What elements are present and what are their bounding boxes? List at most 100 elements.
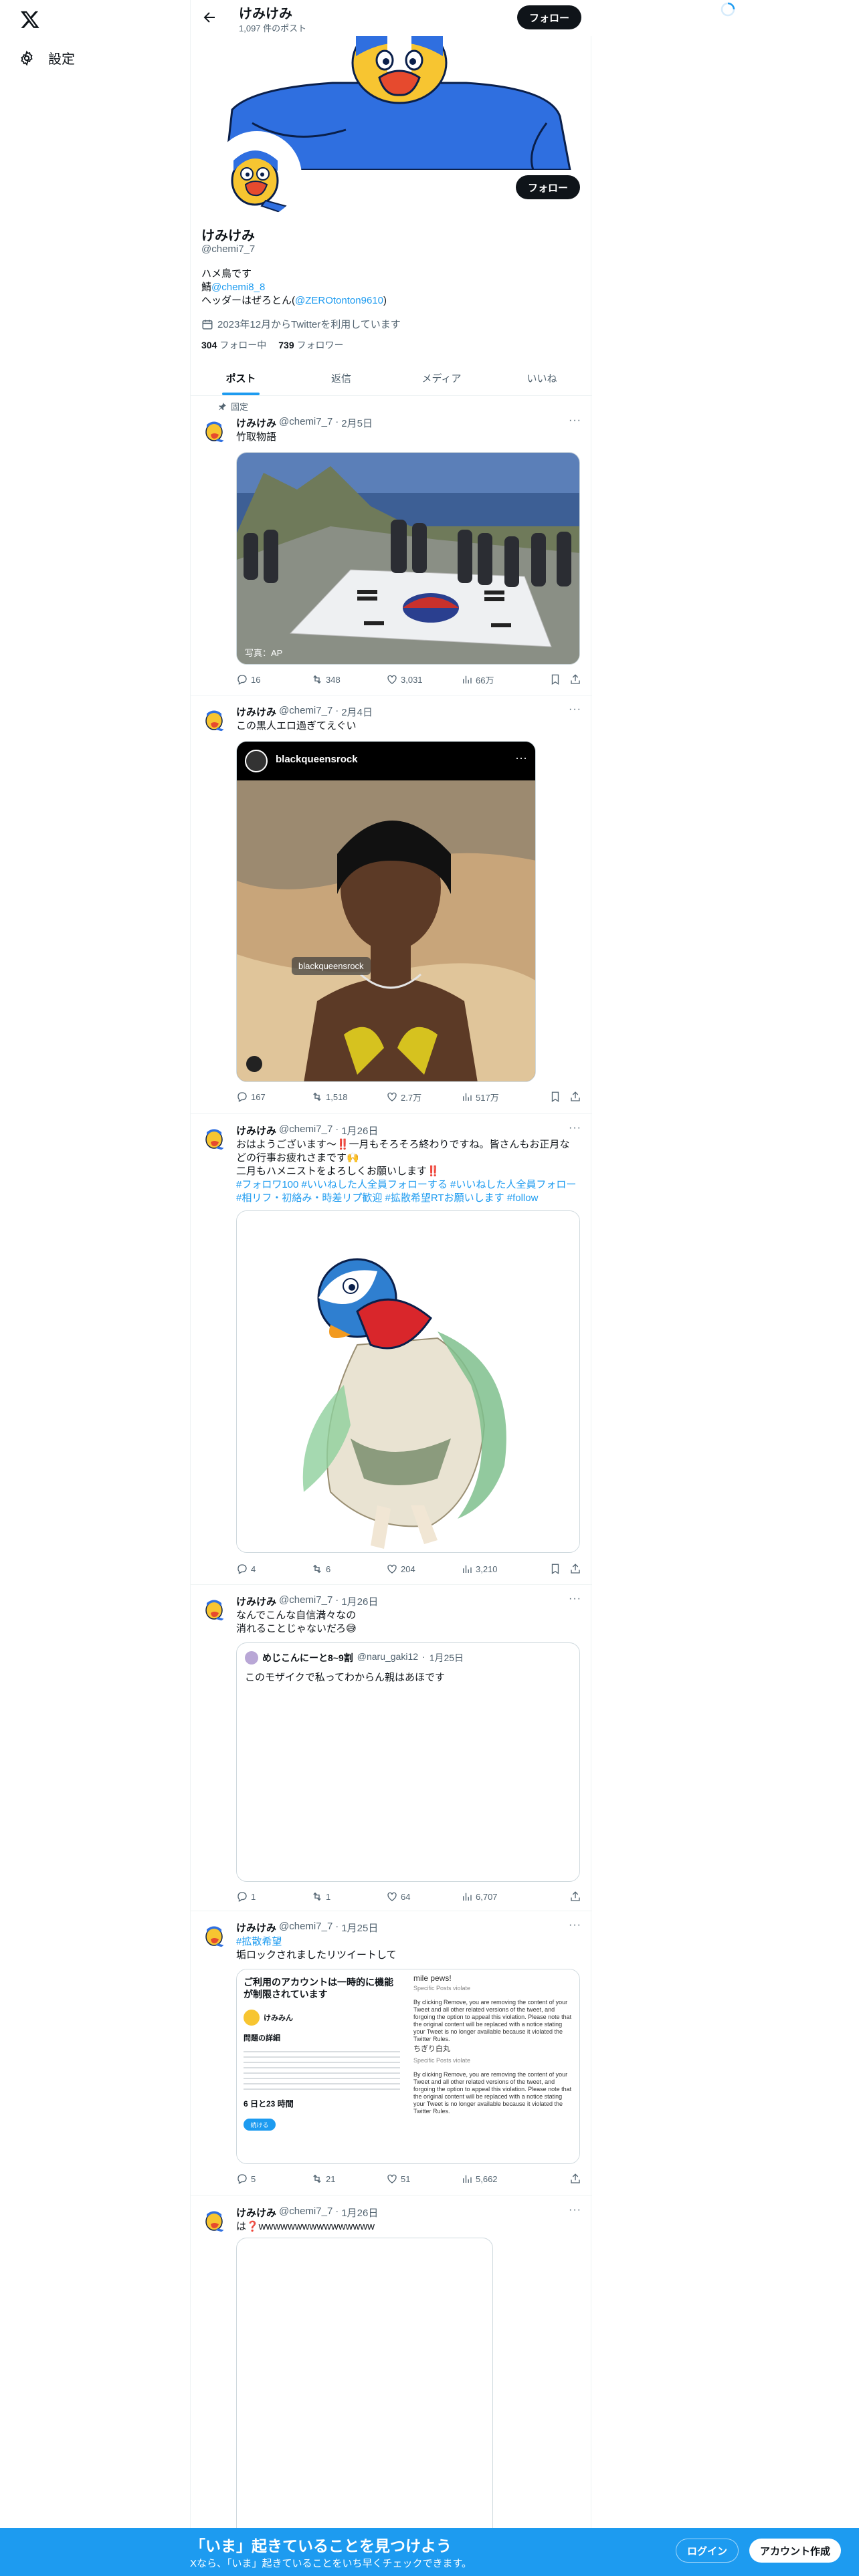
avatar[interactable]: [201, 1596, 228, 1622]
hashtag-link[interactable]: #拡散希望: [236, 1935, 581, 1949]
back-arrow-icon[interactable]: [201, 9, 217, 25]
avatar[interactable]: [201, 1922, 228, 1949]
more-icon[interactable]: ···: [569, 2204, 581, 2216]
retweet-button[interactable]: 6: [311, 1563, 386, 1575]
login-button[interactable]: ログイン: [676, 2539, 739, 2563]
follow-button[interactable]: フォロー: [515, 175, 580, 199]
tweet[interactable]: 固定 けみけみ @chemi7_7 · 2月5日 ··· 竹取物語 写真：AP …: [191, 396, 592, 695]
tweet-author-handle[interactable]: @chemi7_7: [279, 1921, 332, 1935]
x-logo-icon[interactable]: [20, 9, 40, 29]
tweet-author-handle[interactable]: @chemi7_7: [279, 1123, 332, 1138]
tweet-author-name[interactable]: けみけみ: [236, 416, 276, 430]
share-button[interactable]: [569, 1891, 581, 1903]
reply-button[interactable]: 167: [236, 1091, 311, 1103]
avatar[interactable]: [201, 1125, 228, 1152]
tweet-author-handle[interactable]: @chemi7_7: [279, 1594, 332, 1608]
like-button[interactable]: 204: [386, 1563, 461, 1575]
retweet-icon: [313, 1892, 321, 1901]
views-button[interactable]: 6,707: [461, 1891, 536, 1903]
tweet-image[interactable]: [236, 1210, 580, 1553]
more-icon[interactable]: ···: [569, 1919, 581, 1931]
tweet-date[interactable]: 2月5日: [341, 416, 373, 430]
gear-icon: [21, 49, 33, 66]
signup-button[interactable]: アカウント作成: [749, 2539, 842, 2563]
like-button[interactable]: 2.7万: [386, 1091, 461, 1103]
avatar[interactable]: [201, 2207, 228, 2234]
tab-media[interactable]: メディア: [391, 361, 492, 395]
views-button[interactable]: 5,662: [461, 2173, 536, 2185]
tweet-author-handle[interactable]: @chemi7_7: [279, 416, 332, 430]
screenshot-paragraph: By clicking Remove, you are removing the…: [413, 2071, 572, 2115]
tweet[interactable]: けみけみ @chemi7_7 · 1月26日 ··· おはようございます〜‼️一…: [191, 1114, 592, 1585]
tab-posts[interactable]: ポスト: [191, 361, 291, 395]
avatar[interactable]: [201, 706, 228, 733]
profile-avatar[interactable]: [212, 131, 302, 221]
tweet-actions: 5 21 51 5,662: [236, 2172, 581, 2185]
tweet-image[interactable]: blackqueensrock ··· blackqueensrock: [236, 741, 536, 1082]
tweet-author-name[interactable]: けみけみ: [236, 1921, 276, 1935]
tweet-author-name[interactable]: けみけみ: [236, 705, 276, 719]
avatar[interactable]: [201, 417, 228, 444]
tweet-author-handle[interactable]: @chemi7_7: [279, 2206, 332, 2220]
screenshot-chosen: ちぎり白丸: [413, 2045, 450, 2053]
follow-button-header[interactable]: フォロー: [516, 5, 581, 29]
views-button[interactable]: 3,210: [461, 1563, 536, 1575]
tweet-date[interactable]: 1月26日: [341, 2206, 378, 2220]
tab-replies[interactable]: 返信: [291, 361, 391, 395]
tweet-image[interactable]: 写真：AP: [236, 452, 580, 665]
views-chart-icon: [463, 1893, 472, 1901]
retweet-button[interactable]: 1: [311, 1891, 386, 1903]
tweet-author-name[interactable]: けみけみ: [236, 1123, 276, 1138]
following-link[interactable]: 304 フォロー中: [201, 338, 266, 352]
retweet-button[interactable]: 21: [311, 2173, 386, 2185]
views-button[interactable]: 517万: [461, 1091, 536, 1103]
hashtag-links[interactable]: #相リフ・初絡み・時差リプ歓迎 #拡散希望RTお願いします #follow: [236, 1192, 581, 1205]
bio-mention-link[interactable]: @ZEROtonton9610: [295, 295, 383, 306]
bookmark-button[interactable]: [549, 1563, 561, 1575]
reply-button[interactable]: 4: [236, 1563, 311, 1575]
share-button[interactable]: [569, 1563, 581, 1575]
tweet-image[interactable]: ご利用のアカウントは一時的に機能が制限されています けみみん 問題の詳細 6 日…: [236, 1969, 580, 2164]
reply-button[interactable]: 5: [236, 2173, 311, 2185]
tweet-author-name[interactable]: けみけみ: [236, 1594, 276, 1608]
tweet-image[interactable]: [236, 2238, 493, 2545]
tweet[interactable]: けみけみ @chemi7_7 · 2月4日 ··· この黒人エロ過ぎてえぐい b…: [191, 695, 592, 1114]
more-icon[interactable]: ···: [569, 415, 581, 427]
tab-likes[interactable]: いいね: [492, 361, 592, 395]
separator-dot: ·: [335, 2206, 339, 2217]
profile-tabs: ポスト 返信 メディア いいね: [191, 361, 592, 396]
tweet[interactable]: けみけみ @chemi7_7 · 1月26日 ··· は❓wwwwwwwwwww…: [191, 2196, 592, 2545]
quoted-tweet-header: めじこんにーと8~9割 @naru_gaki12 · 1月25日: [245, 1651, 464, 1665]
retweet-button[interactable]: 1,518: [311, 1091, 386, 1103]
bio-mention-link[interactable]: @chemi8_8: [211, 282, 265, 293]
followers-link[interactable]: 739 フォロワー: [278, 338, 343, 352]
tweet-date[interactable]: 1月26日: [341, 1123, 378, 1138]
nav-settings[interactable]: 設定: [19, 48, 75, 68]
like-button[interactable]: 51: [386, 2173, 461, 2185]
tweet[interactable]: けみけみ @chemi7_7 · 1月25日 ··· #拡散希望 垢ロックされま…: [191, 1911, 592, 2196]
tweet-author-handle[interactable]: @chemi7_7: [279, 705, 332, 719]
bookmark-button[interactable]: [549, 673, 561, 685]
bookmark-button[interactable]: [549, 1091, 561, 1103]
tweet-date[interactable]: 2月4日: [341, 705, 373, 719]
more-icon[interactable]: ···: [569, 1593, 581, 1605]
tweet-date[interactable]: 1月26日: [341, 1594, 378, 1608]
share-icon: [571, 1091, 580, 1101]
more-icon[interactable]: ···: [569, 704, 581, 716]
share-button[interactable]: [569, 1091, 581, 1103]
hashtag-links[interactable]: #フォロワ100 #いいねした人全員フォローする #いいねした人全員フォロー: [236, 1178, 581, 1192]
tweet[interactable]: けみけみ @chemi7_7 · 1月26日 ··· なんでこんな自信満々なの …: [191, 1585, 592, 1911]
reply-button[interactable]: 1: [236, 1891, 311, 1903]
retweet-button[interactable]: 348: [311, 673, 386, 685]
more-icon[interactable]: ···: [569, 1122, 581, 1134]
tweet-date[interactable]: 1月25日: [341, 1921, 378, 1935]
quoted-tweet[interactable]: めじこんにーと8~9割 @naru_gaki12 · 1月25日 このモザイクで…: [236, 1642, 580, 1882]
tweet-author-name[interactable]: けみけみ: [236, 2206, 276, 2220]
views-button[interactable]: 66万: [461, 673, 536, 686]
reply-button[interactable]: 16: [236, 673, 311, 685]
share-button[interactable]: [569, 673, 581, 685]
like-button[interactable]: 3,031: [386, 673, 461, 685]
followers-label: フォロワー: [296, 340, 344, 350]
share-button[interactable]: [569, 2173, 581, 2185]
like-button[interactable]: 64: [386, 1891, 461, 1903]
